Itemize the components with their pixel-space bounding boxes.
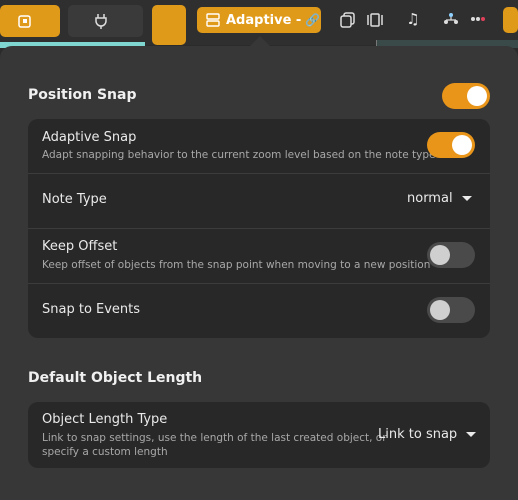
object-length-type-dropdown[interactable]: Link to snap	[378, 427, 477, 442]
columns-icon[interactable]	[365, 10, 385, 30]
link-icon: 🔗	[305, 13, 321, 27]
object-length-type-value: Link to snap	[378, 427, 458, 442]
note-type-dropdown[interactable]: normal	[407, 191, 472, 206]
note-type-row: Note Type normal	[28, 174, 490, 228]
snap-mode-button[interactable]: Adaptive - 🔗	[197, 7, 321, 33]
side-panel-button[interactable]	[503, 7, 518, 33]
clip-editor-button[interactable]	[0, 5, 60, 37]
snap-grid-icon	[206, 13, 220, 27]
object-length-type-subtitle-line2: specify a custom length	[42, 446, 168, 458]
position-snap-switch[interactable]	[442, 83, 490, 109]
default-object-length-card: Object Length Type Link to snap settings…	[28, 402, 490, 468]
object-length-type-title: Object Length Type	[42, 412, 168, 427]
music-note-icon[interactable]: ♫	[403, 9, 423, 29]
snap-to-events-title: Snap to Events	[42, 302, 141, 317]
chevron-down-icon	[466, 432, 477, 437]
adaptive-snap-switch[interactable]	[427, 132, 475, 158]
plug-icon	[95, 14, 107, 29]
switch-knob	[430, 300, 450, 320]
switch-knob	[430, 245, 450, 265]
keep-offset-row: Keep Offset Keep offset of objects from …	[28, 229, 490, 283]
object-length-type-row: Object Length Type Link to snap settings…	[28, 402, 490, 468]
record-button[interactable]	[152, 5, 186, 45]
keep-offset-title: Keep Offset	[42, 239, 118, 254]
keep-offset-switch[interactable]	[427, 242, 475, 268]
keep-offset-subtitle: Keep offset of objects from the snap poi…	[42, 259, 431, 271]
note-type-value: normal	[407, 191, 453, 206]
snap-to-events-switch[interactable]	[427, 297, 475, 323]
switch-knob	[467, 86, 487, 106]
plugin-button[interactable]	[68, 5, 143, 37]
snap-to-events-row: Snap to Events	[28, 284, 490, 338]
position-snap-title: Position Snap	[28, 87, 137, 103]
popover-arrow	[249, 36, 271, 47]
adaptive-snap-row: Adaptive Snap Adapt snapping behavior to…	[28, 119, 490, 173]
clip-icon	[18, 15, 31, 28]
copy-icon[interactable]	[338, 10, 358, 30]
adaptive-snap-title: Adaptive Snap	[42, 130, 137, 145]
position-snap-card: Adaptive Snap Adapt snapping behavior to…	[28, 119, 490, 338]
snap-mode-label: Adaptive -	[226, 12, 302, 28]
note-type-title: Note Type	[42, 192, 107, 207]
nodes-icon[interactable]	[441, 9, 461, 29]
dots-icon[interactable]	[468, 9, 488, 29]
chevron-down-icon	[461, 196, 472, 201]
switch-knob	[452, 135, 472, 155]
adaptive-snap-subtitle: Adapt snapping behavior to the current z…	[42, 149, 436, 161]
default-object-length-title: Default Object Length	[28, 370, 203, 386]
